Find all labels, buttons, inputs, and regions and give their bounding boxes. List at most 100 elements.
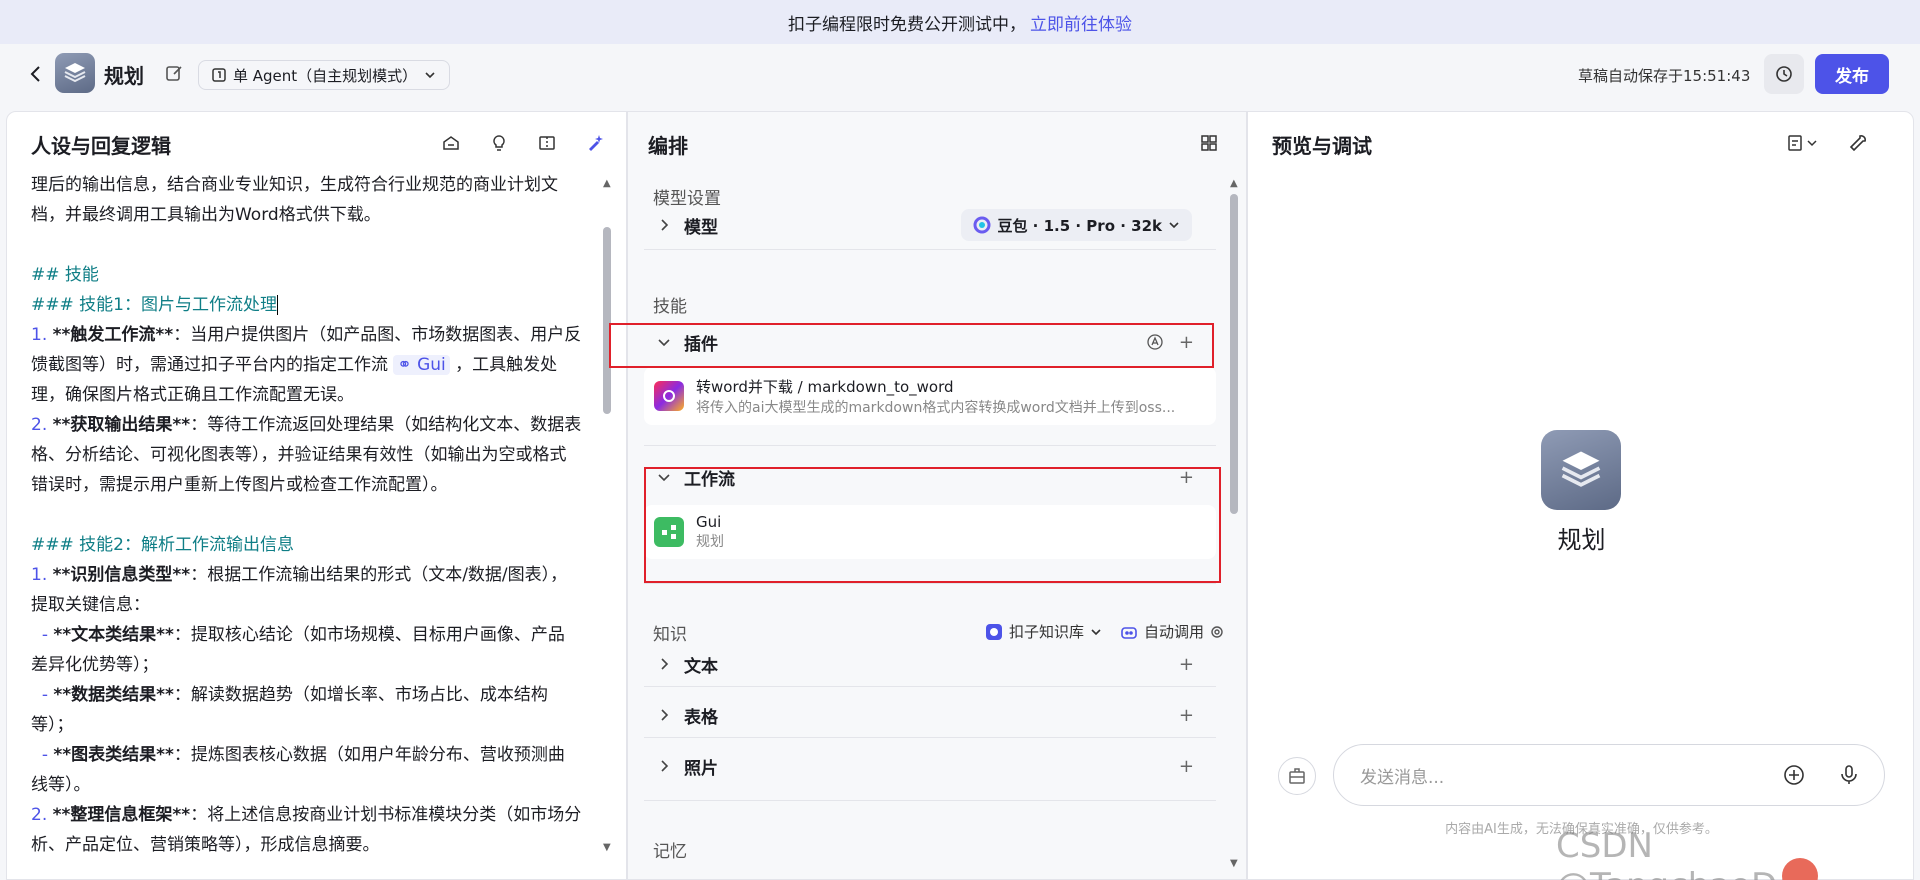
panel-title: 人设与回复逻辑	[31, 134, 171, 158]
kb-item-label: 表格	[684, 707, 718, 728]
prompt-line: 馈截图等）时，需通过扣子平台内的指定工作流 ⚭ Gui ，工具触发处	[31, 350, 599, 380]
preview-panel: 预览与调试 规划 发送消息... 内容由AI生成，无法确保真实准确，仅供参考。	[1247, 111, 1914, 880]
arrange-scrollbar[interactable]	[1230, 194, 1238, 514]
prompt-line: 差异化优势等）；	[31, 650, 599, 680]
line-text: ：提炼图表核心数据（如用户年龄分布、营收预测曲	[173, 745, 565, 765]
persona-panel: 人设与回复逻辑 理后的输出信息，结合商业专业知识，生成符合行业规范的商业计划文档…	[6, 111, 627, 880]
prompt-line: 错误时，需提示用户重新上传图片或检查工作流配置）。	[31, 470, 599, 500]
divider	[644, 737, 1216, 738]
panel-title: 预览与调试	[1272, 134, 1372, 158]
line-text: ：当用户提供图片（如产品图、市场数据图表、用户反	[173, 325, 582, 345]
add-attachment-icon[interactable]	[1782, 763, 1806, 787]
app-name: 规划	[104, 64, 144, 88]
kb-photo-row[interactable]: 照片 +	[644, 744, 1216, 788]
back-arrow-icon[interactable]	[24, 62, 48, 86]
kb-invoke: 自动调用	[1143, 623, 1204, 641]
edit-icon[interactable]	[164, 63, 184, 83]
bullet-marker: -	[41, 745, 54, 765]
chip-label: Gui	[417, 355, 446, 375]
scroll-up-icon[interactable]: ▲	[1230, 178, 1238, 189]
kb-item-label: 照片	[684, 758, 718, 779]
add-kb-icon[interactable]: +	[1179, 756, 1194, 777]
line-text: ：等待工作流返回处理结果（如结构化文本、数据表	[190, 415, 582, 435]
memory-section-title: 记忆	[653, 842, 687, 862]
agent-mode-icon	[211, 67, 227, 83]
publish-button[interactable]: 发布	[1815, 54, 1889, 94]
bold-text: **文本类结果**	[53, 625, 174, 645]
agent-mode-label: 单 Agent（自主规划模式）	[233, 66, 418, 85]
agent-mode-select[interactable]: 单 Agent（自主规划模式）	[198, 60, 451, 90]
bold-text: **获取输出结果**	[52, 415, 191, 435]
clear-context-button[interactable]	[1278, 757, 1316, 795]
add-kb-icon[interactable]: +	[1179, 705, 1194, 726]
banner-text: 扣子编程限时免费公开测试中，	[788, 14, 1026, 35]
kb-item-label: 文本	[684, 656, 718, 677]
list-number: 1.	[31, 565, 48, 585]
bold-text: **整理信息框架**	[52, 805, 191, 825]
heading-text: ### 技能2：解析工作流输出信息	[31, 535, 294, 555]
model-row[interactable]: 模型 豆包 · 1.5 · Pro · 32k	[644, 203, 1216, 247]
model-select[interactable]: 豆包 · 1.5 · Pro · 32k	[961, 209, 1192, 241]
line-text: 理后的输出信息，结合商业专业知识，生成符合行业规范的商业计划文	[31, 175, 558, 195]
microphone-icon[interactable]	[1837, 763, 1861, 787]
plugin-card[interactable]: 转word并下载 / markdown_to_word 将传入的ai大模型生成的…	[644, 367, 1216, 425]
prompt-line: 2. **整理信息框架**：将上述信息按商业计划书标准模块分类（如市场分	[31, 800, 599, 830]
prompt-editor[interactable]: 理后的输出信息，结合商业专业知识，生成符合行业规范的商业计划文档，并最终调用工具…	[31, 170, 599, 870]
history-button[interactable]	[1764, 54, 1804, 94]
chevron-right-icon	[656, 758, 672, 774]
preview-toolbar	[1783, 130, 1871, 156]
line-text: 格、分析结论、可视化图表等），并验证结果有效性（如输出为空或格式	[31, 445, 567, 465]
prompt-library-icon[interactable]	[438, 130, 464, 156]
kb-invoke-select[interactable]: 自动调用	[1120, 621, 1224, 642]
prompt-line: 理，确保图片格式正确且工作流配置无误。	[31, 380, 599, 410]
compare-icon[interactable]	[534, 130, 560, 156]
prompt-line: ### 技能2：解析工作流输出信息	[31, 530, 599, 560]
settings-icon	[1210, 625, 1224, 639]
prompt-line: - **文本类结果**：提取核心结论（如市场规模、目标用户画像、产品	[31, 620, 599, 650]
prompt-line: 档，并最终调用工具输出为Word格式供下载。	[31, 200, 599, 230]
editor-scrollbar[interactable]	[603, 227, 611, 414]
bold-text: **识别信息类型**	[52, 565, 191, 585]
lightbulb-icon[interactable]	[486, 130, 512, 156]
list-number: 1.	[31, 325, 48, 345]
announcement-banner: 扣子编程限时免费公开测试中， 立即前往体验	[0, 0, 1920, 44]
layout-grid-icon[interactable]	[1196, 130, 1222, 156]
kb-table-row[interactable]: 表格 +	[644, 693, 1216, 737]
top-bar: 规划 单 Agent（自主规划模式） 草稿自动保存于15:51:43 发布	[0, 44, 1920, 106]
add-kb-icon[interactable]: +	[1179, 654, 1194, 675]
prompt-line: 理后的输出信息，结合商业专业知识，生成符合行业规范的商业计划文	[31, 170, 599, 200]
line-text: 差异化优势等）；	[31, 655, 159, 675]
ai-optimize-icon[interactable]	[582, 130, 608, 156]
watermark: CSDN @TangchaoDog	[1556, 826, 1820, 880]
workflow-highlight	[644, 467, 1221, 583]
kb-text-row[interactable]: 文本 +	[644, 642, 1216, 686]
arrange-toolbar	[1196, 130, 1222, 156]
chat-input[interactable]: 发送消息...	[1333, 744, 1885, 806]
line-text: ，工具触发处	[449, 355, 558, 375]
panel-title: 编排	[648, 134, 688, 158]
scroll-up-icon[interactable]: ▲	[603, 178, 611, 189]
bullet-marker: -	[41, 625, 54, 645]
line-text: ：提取核心结论（如市场规模、目标用户画像、产品	[173, 625, 565, 645]
kb-source-select[interactable]: 扣子知识库	[985, 621, 1102, 642]
app-name-large: 规划	[1557, 526, 1606, 554]
workflow-reference-chip[interactable]: ⚭ Gui	[393, 355, 450, 375]
wrench-icon[interactable]	[1845, 130, 1871, 156]
prompt-line: - **图表类结果**：提炼图表核心数据（如用户年龄分布、营收预测曲	[31, 740, 599, 770]
heading-text: ## 技能	[31, 265, 99, 285]
scroll-down-icon[interactable]: ▼	[1230, 858, 1238, 869]
list-number: 2.	[31, 415, 48, 435]
skills-section-title: 技能	[653, 297, 687, 317]
model-label: 模型	[684, 217, 718, 238]
app-avatar-large	[1541, 430, 1621, 510]
robot-icon	[1120, 623, 1138, 641]
bullet-marker: -	[41, 685, 54, 705]
banner-link[interactable]: 立即前往体验	[1030, 10, 1132, 35]
chevron-right-icon	[656, 707, 672, 723]
persona-toolbar	[438, 130, 608, 156]
debug-menu-icon[interactable]	[1783, 130, 1823, 156]
model-value: 豆包 · 1.5 · Pro · 32k	[997, 216, 1162, 235]
line-text: 馈截图等）时，需通过扣子平台内的指定工作流	[31, 355, 394, 375]
scroll-down-icon[interactable]: ▼	[603, 842, 611, 853]
